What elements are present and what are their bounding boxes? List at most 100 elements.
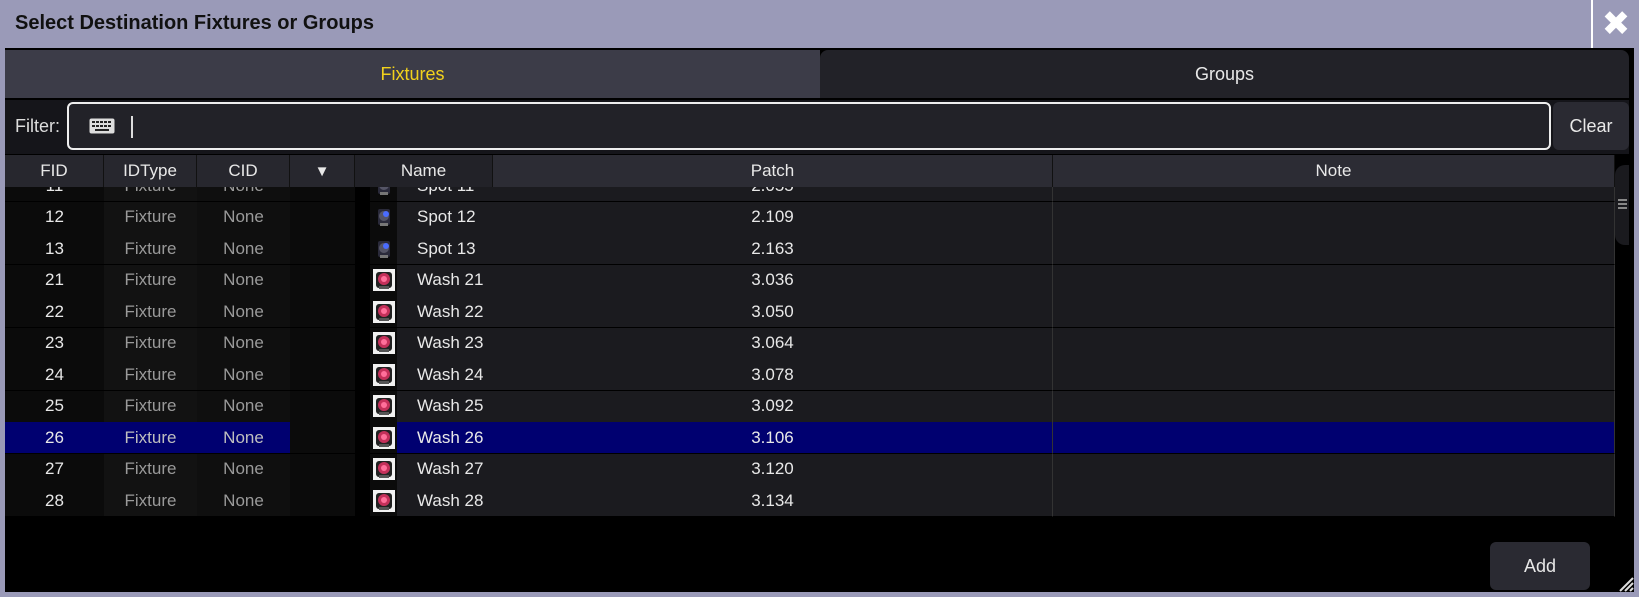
cell-note[interactable] <box>1053 327 1615 360</box>
cell-fid[interactable]: 11 <box>5 187 104 202</box>
cell-fid[interactable]: 13 <box>5 233 104 265</box>
cell-fid[interactable]: 26 <box>5 422 104 454</box>
close-button[interactable]: ✖ <box>1591 0 1639 48</box>
cell-idtype[interactable]: Fixture <box>104 390 197 423</box>
cell-note[interactable] <box>1053 422 1615 454</box>
cell-cid[interactable]: None <box>197 359 290 391</box>
cell-fid[interactable]: 25 <box>5 390 104 423</box>
filter-input[interactable] <box>67 102 1551 150</box>
table-row[interactable]: 27 Fixture None Wash 27 3.120 <box>5 453 1615 487</box>
cell-name[interactable]: Wash 24 <box>397 359 493 391</box>
cell-name[interactable]: Wash 21 <box>397 264 493 297</box>
cell-idtype[interactable]: Fixture <box>104 187 197 202</box>
cell-fid[interactable]: 21 <box>5 264 104 297</box>
cell-cid[interactable]: None <box>197 422 290 454</box>
tab-fixtures[interactable]: Fixtures <box>5 50 820 98</box>
table-row[interactable]: 28 Fixture None Wash 28 3.134 <box>5 485 1615 518</box>
cell-cid[interactable]: None <box>197 453 290 486</box>
scrollbar-handle[interactable] <box>1615 165 1629 245</box>
cell-name[interactable]: Wash 23 <box>397 327 493 360</box>
cell-cid[interactable]: None <box>197 187 290 202</box>
cell-patch[interactable]: 3.092 <box>493 390 1053 423</box>
title-bar[interactable]: Select Destination Fixtures or Groups ✖ <box>0 0 1639 48</box>
cell-name[interactable]: Wash 28 <box>397 485 493 517</box>
cell-fid[interactable]: 23 <box>5 327 104 360</box>
cell-idtype[interactable]: Fixture <box>104 201 197 234</box>
clear-button[interactable]: Clear <box>1553 102 1629 150</box>
cell-idtype[interactable]: Fixture <box>104 485 197 517</box>
cell-cid[interactable]: None <box>197 233 290 265</box>
fixture-table: FID IDType CID ▼ Name Patch Note 11Fixtu… <box>5 155 1615 539</box>
column-header-note[interactable]: Note <box>1053 155 1615 187</box>
cell-note[interactable] <box>1053 485 1615 517</box>
cell-idtype[interactable]: Fixture <box>104 359 197 391</box>
cell-name[interactable]: Wash 27 <box>397 453 493 486</box>
cell-fid[interactable]: 24 <box>5 359 104 391</box>
cell-note[interactable] <box>1053 390 1615 423</box>
cell-note[interactable] <box>1053 201 1615 234</box>
cell-note[interactable] <box>1053 296 1615 328</box>
cell-fid[interactable]: 27 <box>5 453 104 486</box>
cell-patch[interactable]: 3.078 <box>493 359 1053 391</box>
cell-patch[interactable]: 3.050 <box>493 296 1053 328</box>
cell-idtype[interactable]: Fixture <box>104 422 197 454</box>
cell-patch[interactable]: 3.036 <box>493 264 1053 297</box>
cell-name[interactable]: Spot 12 <box>397 201 493 234</box>
add-button[interactable]: Add <box>1490 542 1590 590</box>
cell-note[interactable] <box>1053 359 1615 391</box>
cell-patch[interactable]: 2.109 <box>493 201 1053 234</box>
cell-name[interactable]: Wash 25 <box>397 390 493 423</box>
cell-patch[interactable]: 2.055 <box>493 187 1053 202</box>
cell-name[interactable]: Spot 13 <box>397 233 493 265</box>
cell-name[interactable]: Wash 26 <box>397 422 493 454</box>
cell-cid[interactable]: None <box>197 264 290 297</box>
table-row[interactable]: 13 Fixture None Spot 13 2.163 <box>5 233 1615 266</box>
cell-patch[interactable]: 3.120 <box>493 453 1053 486</box>
table-row[interactable]: 24 Fixture None Wash 24 3.078 <box>5 359 1615 392</box>
table-row[interactable]: 21 Fixture None Wash 21 3.036 <box>5 264 1615 298</box>
cell-note[interactable] <box>1053 264 1615 297</box>
cell-note[interactable] <box>1053 233 1615 265</box>
cell-cid[interactable]: None <box>197 390 290 423</box>
column-header-idtype[interactable]: IDType <box>104 155 197 187</box>
column-header-name[interactable]: Name <box>355 155 493 187</box>
cell-idtype[interactable]: Fixture <box>104 327 197 360</box>
tab-groups[interactable]: Groups <box>820 50 1629 98</box>
cell-note[interactable] <box>1053 453 1615 486</box>
cell-idtype[interactable]: Fixture <box>104 453 197 486</box>
cell-fid[interactable]: 28 <box>5 485 104 517</box>
table-row[interactable]: 22 Fixture None Wash 22 3.050 <box>5 296 1615 329</box>
cell-cid[interactable]: None <box>197 201 290 234</box>
column-header-cid[interactable]: CID <box>197 155 290 187</box>
cell-fid[interactable]: 12 <box>5 201 104 234</box>
cell-patch[interactable]: 3.134 <box>493 485 1053 517</box>
cell-spacer <box>290 485 355 517</box>
table-row[interactable]: 26 Fixture None Wash 26 3.106 <box>5 422 1615 455</box>
cell-cid[interactable]: None <box>197 296 290 328</box>
cell-idtype[interactable]: Fixture <box>104 296 197 328</box>
cell-patch[interactable]: 3.064 <box>493 327 1053 360</box>
cell-note[interactable] <box>1053 187 1615 202</box>
tab-bar: Fixtures Groups <box>5 50 1629 98</box>
cell-spacer <box>290 187 355 202</box>
cell-idtype[interactable]: Fixture <box>104 264 197 297</box>
cell-name[interactable]: Wash 22 <box>397 296 493 328</box>
keyboard-icon[interactable] <box>89 118 115 134</box>
column-header-fid[interactable]: FID <box>5 155 104 187</box>
cell-spacer <box>290 201 355 234</box>
cell-idtype[interactable]: Fixture <box>104 233 197 265</box>
table-row[interactable]: 12 Fixture None Spot 12 2.109 <box>5 201 1615 235</box>
sort-dropdown-icon[interactable]: ▼ <box>290 155 355 187</box>
cell-patch[interactable]: 2.163 <box>493 233 1053 265</box>
table-row[interactable]: 23 Fixture None Wash 23 3.064 <box>5 327 1615 361</box>
resize-grip-icon[interactable] <box>1616 574 1634 592</box>
wash-fixture-icon <box>370 264 397 297</box>
table-row[interactable]: 25 Fixture None Wash 25 3.092 <box>5 390 1615 424</box>
table-body[interactable]: 11FixtureNoneSpot 112.05512FixtureNoneSp… <box>5 187 1615 539</box>
cell-cid[interactable]: None <box>197 327 290 360</box>
cell-name[interactable]: Spot 11 <box>397 187 493 202</box>
cell-patch[interactable]: 3.106 <box>493 422 1053 454</box>
cell-fid[interactable]: 22 <box>5 296 104 328</box>
column-header-patch[interactable]: Patch <box>493 155 1053 187</box>
cell-cid[interactable]: None <box>197 485 290 517</box>
